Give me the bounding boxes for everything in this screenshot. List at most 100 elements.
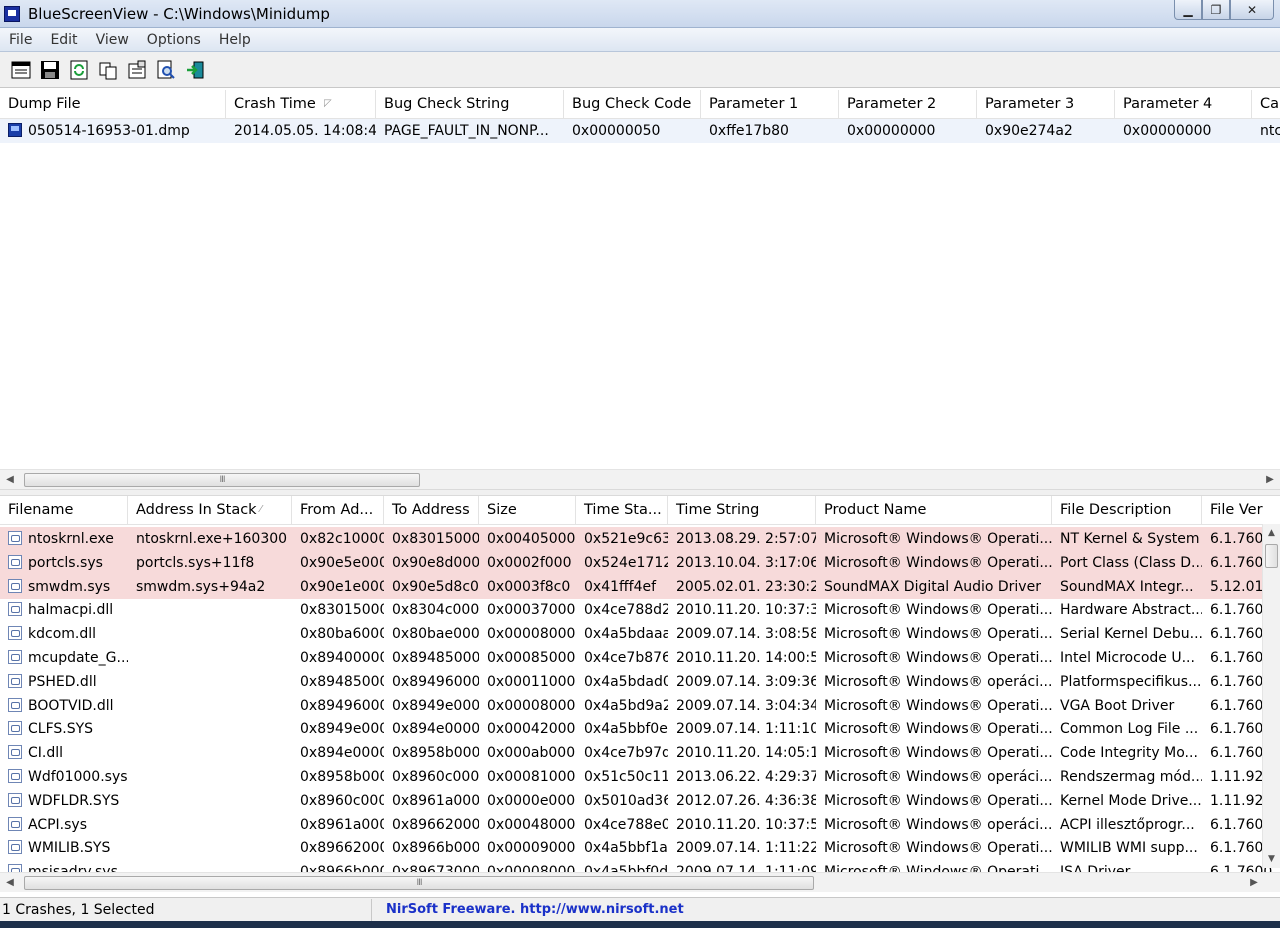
module-list-hscroll-thumb[interactable]: III bbox=[24, 876, 814, 890]
module-filename: smwdm.sys bbox=[28, 578, 111, 595]
scroll-up-icon[interactable]: ▲ bbox=[1263, 524, 1280, 542]
exit-icon bbox=[187, 61, 204, 78]
module-product-name: Microsoft® Windows® Operati... bbox=[824, 626, 1052, 643]
module-file-icon bbox=[8, 721, 22, 736]
col-parameter-2[interactable]: Parameter 2 bbox=[839, 90, 977, 118]
grip-icon: III bbox=[219, 475, 226, 485]
module-to-address: 0x89496000 bbox=[392, 673, 479, 690]
exit-button[interactable] bbox=[184, 59, 206, 81]
col-address-in-stack[interactable]: Address In Stack ⁄ bbox=[128, 496, 292, 524]
module-file-icon bbox=[8, 650, 22, 664]
module-filename: kdcom.dll bbox=[28, 626, 97, 643]
col-bug-check-code[interactable]: Bug Check Code bbox=[564, 90, 701, 118]
minimize-button[interactable]: ▁ bbox=[1174, 0, 1202, 20]
pane-splitter[interactable] bbox=[0, 489, 1280, 496]
menu-edit[interactable]: Edit bbox=[41, 32, 86, 48]
module-row[interactable]: BOOTVID.dll 0x89496000 0x8949e000 0x0000800… bbox=[0, 694, 1280, 718]
properties-button[interactable] bbox=[126, 59, 148, 81]
grip-icon: III bbox=[416, 878, 423, 888]
module-row[interactable]: WMILIB.SYS 0x89662000 0x8966b000 0x00009000… bbox=[0, 836, 1280, 860]
scroll-down-icon[interactable]: ▼ bbox=[1263, 850, 1280, 868]
module-list-hscrollbar[interactable]: ◀ III ▶ bbox=[0, 872, 1280, 892]
nirsoft-link[interactable]: NirSoft Freeware. http://www.nirsoft.net bbox=[372, 902, 684, 917]
copy-button[interactable] bbox=[97, 59, 119, 81]
module-product-name: Microsoft® Windows® Operati... bbox=[824, 531, 1052, 547]
col-parameter-3[interactable]: Parameter 3 bbox=[977, 90, 1115, 118]
crash-caused-by: ntc bbox=[1260, 123, 1280, 139]
col-size[interactable]: Size bbox=[479, 496, 576, 524]
module-time-string: 2009.07.14. 3:09:36 bbox=[676, 673, 816, 690]
col-address-in-stack-label: Address In Stack bbox=[136, 502, 257, 518]
module-product-name: Microsoft® Windows® Operati... bbox=[824, 697, 1052, 714]
module-row[interactable]: smwdm.sys smwdm.sys+94a2 0x90e1e000 0x90e5d… bbox=[0, 574, 1280, 599]
col-filename[interactable]: Filename bbox=[0, 496, 128, 524]
module-row[interactable]: Wdf01000.sys 0x8958b000 0x8960c000 0x000810… bbox=[0, 765, 1280, 789]
crash-row[interactable]: 050514-16953-01.dmp 2014.05.05. 14:08:44… bbox=[0, 119, 1280, 143]
col-caused-by[interactable]: Cau bbox=[1252, 90, 1280, 118]
close-button[interactable]: ✕ bbox=[1230, 0, 1274, 20]
module-row[interactable]: portcls.sys portcls.sys+11f8 0x90e5e000 0x9… bbox=[0, 550, 1280, 575]
module-time-stamp: 0x4ce788e0 bbox=[584, 816, 668, 833]
module-list-vscroll-thumb[interactable] bbox=[1265, 544, 1278, 568]
crash-list-hscrollbar[interactable]: ◀ III ▶ bbox=[0, 469, 1280, 489]
col-time-string[interactable]: Time String bbox=[668, 496, 816, 524]
col-time-stamp[interactable]: Time Sta... bbox=[576, 496, 668, 524]
col-product-name[interactable]: Product Name bbox=[816, 496, 1052, 524]
crash-list-hscroll-thumb[interactable]: III bbox=[24, 473, 420, 487]
menu-help[interactable]: Help bbox=[210, 32, 260, 48]
module-row[interactable]: PSHED.dll 0x89485000 0x89496000 0x00011000 0… bbox=[0, 670, 1280, 694]
module-row[interactable]: halmacpi.dll 0x83015000 0x8304c000 0x000370… bbox=[0, 598, 1280, 622]
find-button[interactable] bbox=[155, 59, 177, 81]
module-product-name: Microsoft® Windows® operáci... bbox=[824, 673, 1052, 690]
col-parameter-1[interactable]: Parameter 1 bbox=[701, 90, 839, 118]
col-from-address[interactable]: From Ad... bbox=[292, 496, 384, 524]
module-filename-cell: CI.dll bbox=[0, 741, 128, 765]
module-row[interactable]: CLFS.SYS 0x8949e000 0x894e0000 0x00042000 0x… bbox=[0, 717, 1280, 741]
module-file-description: Common Log File ... bbox=[1060, 721, 1199, 738]
find-icon bbox=[157, 60, 175, 79]
module-row[interactable]: mcupdate_G... 0x89400000 0x89485000 0x00085… bbox=[0, 646, 1280, 670]
col-file-description[interactable]: File Description bbox=[1052, 496, 1202, 524]
menu-view[interactable]: View bbox=[87, 32, 138, 48]
col-crash-time[interactable]: Crash Time ◸ bbox=[226, 90, 376, 118]
col-to-address[interactable]: To Address bbox=[384, 496, 479, 524]
module-size: 0x00011000 bbox=[487, 673, 576, 690]
scroll-right-icon[interactable]: ▶ bbox=[1244, 873, 1264, 893]
crash-parameter-1: 0xffe17b80 bbox=[709, 123, 789, 139]
module-row[interactable]: kdcom.dll 0x80ba6000 0x80bae000 0x00008000 0… bbox=[0, 622, 1280, 646]
module-row[interactable]: ACPI.sys 0x8961a000 0x89662000 0x00048000 0x… bbox=[0, 813, 1280, 837]
col-bug-check-string[interactable]: Bug Check String bbox=[376, 90, 564, 118]
module-size: 0x00008000 bbox=[487, 626, 576, 643]
module-from-address: 0x90e5e000 bbox=[300, 554, 384, 571]
col-dump-file[interactable]: Dump File bbox=[0, 90, 226, 118]
toolbar bbox=[0, 52, 1280, 88]
save-button[interactable] bbox=[39, 59, 61, 81]
module-from-address: 0x89485000 bbox=[300, 673, 384, 690]
refresh-button[interactable] bbox=[68, 59, 90, 81]
module-list-vscrollbar[interactable]: ▲ ▼ bbox=[1262, 524, 1280, 868]
module-file-icon bbox=[8, 745, 22, 760]
scroll-left-icon[interactable]: ◀ bbox=[0, 470, 20, 489]
module-address-in-stack bbox=[128, 813, 292, 837]
crash-bug-check-string: PAGE_FAULT_IN_NONP... bbox=[384, 123, 549, 139]
sort-arrow-icon: ◸ bbox=[324, 98, 332, 109]
module-from-address: 0x90e1e000 bbox=[300, 578, 384, 595]
col-parameter-4[interactable]: Parameter 4 bbox=[1115, 90, 1252, 118]
menu-file[interactable]: File bbox=[0, 32, 41, 48]
module-list-header: Filename Address In Stack ⁄ From Ad... To… bbox=[0, 496, 1280, 525]
menu-options[interactable]: Options bbox=[138, 32, 210, 48]
module-row[interactable]: WDFLDR.SYS 0x8960c000 0x8961a000 0x0000e000… bbox=[0, 789, 1280, 813]
scroll-left-icon[interactable]: ◀ bbox=[0, 873, 20, 893]
col-file-version[interactable]: File Ver bbox=[1202, 496, 1280, 524]
html-report-button[interactable] bbox=[10, 59, 32, 81]
save-icon bbox=[41, 60, 59, 79]
module-row[interactable]: ntoskrnl.exe ntoskrnl.exe+160300 0x82c1000… bbox=[0, 527, 1280, 551]
module-from-address: 0x89662000 bbox=[300, 840, 384, 857]
module-file-description: Kernel Mode Drive... bbox=[1060, 792, 1202, 809]
scroll-right-icon[interactable]: ▶ bbox=[1260, 470, 1280, 489]
module-from-address: 0x82c10000 bbox=[300, 531, 384, 547]
module-filename: Wdf01000.sys bbox=[28, 769, 128, 785]
maximize-button[interactable]: ❐ bbox=[1202, 0, 1230, 20]
module-row[interactable]: CI.dll 0x894e0000 0x8958b000 0x000ab000 0x4c… bbox=[0, 741, 1280, 765]
window-title: BlueScreenView - C:\Windows\Minidump bbox=[28, 4, 330, 23]
